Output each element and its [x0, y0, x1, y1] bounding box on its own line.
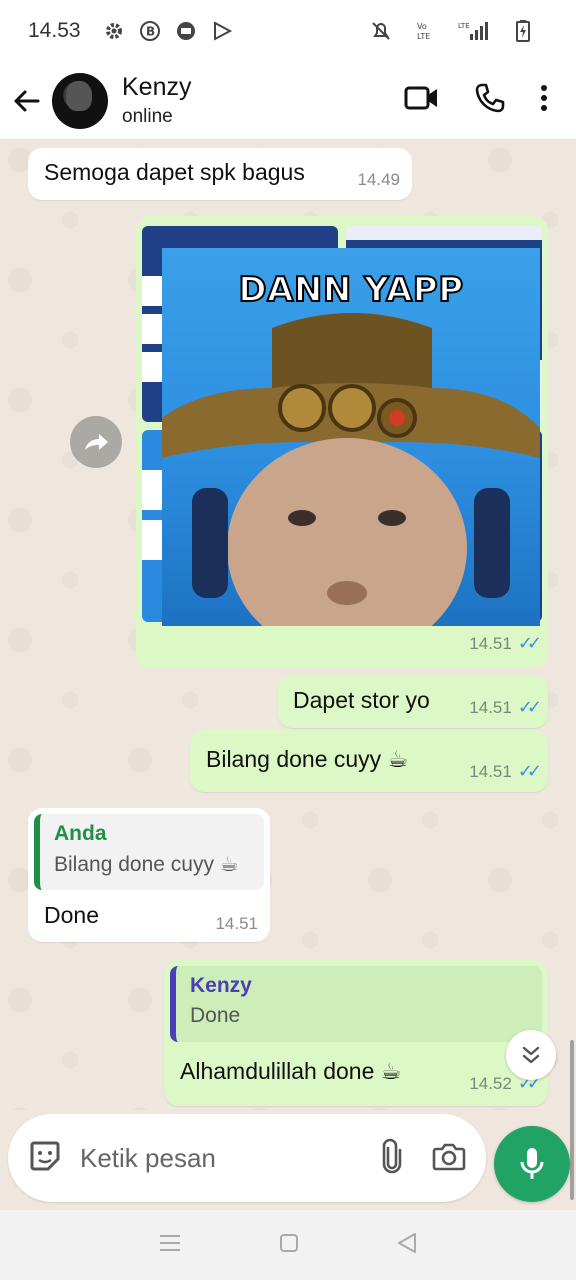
read-ticks-icon: ✓✓ [517, 633, 542, 653]
message-text: Bilang done cuyy ☕ [206, 746, 409, 772]
message-text: Dapet stor yo [293, 687, 430, 713]
battery-icon [512, 20, 534, 42]
message-time: 14.49 [357, 170, 400, 189]
message-text: Done [44, 902, 99, 928]
contact-name: Kenzy [122, 73, 192, 101]
quote-text: Done [190, 1004, 241, 1027]
back-button[interactable] [0, 62, 52, 140]
back-triangle-icon [398, 1232, 416, 1253]
video-call-button[interactable] [404, 84, 440, 117]
menu-icon [160, 1234, 180, 1251]
sticker-icon [30, 1141, 60, 1170]
voice-message-button[interactable] [494, 1126, 570, 1202]
phone-icon [475, 83, 505, 113]
message-time: 14.52 [469, 1073, 512, 1093]
recents-button[interactable] [159, 1234, 181, 1257]
lte-signal-icon: LTE [458, 20, 488, 42]
message-text: Alhamdulillah done ☕ [180, 1058, 402, 1084]
message-incoming-reply[interactable]: Anda Bilang done cuyy ☕ Done 14.51 [28, 808, 270, 942]
scrollbar[interactable] [570, 1040, 574, 1200]
read-ticks-icon: ✓✓ [517, 761, 542, 781]
meme-image[interactable]: DANN YAPP [162, 248, 540, 626]
camera-button[interactable] [432, 1141, 466, 1176]
more-vert-icon [541, 85, 547, 111]
avatar[interactable] [52, 72, 108, 129]
message-incoming[interactable]: Semoga dapet spk bagus 14.49 [28, 148, 412, 200]
message-time: 14.51 [469, 633, 512, 653]
quote-author: Kenzy [190, 974, 252, 997]
forward-icon [85, 434, 108, 450]
settings-icon [103, 20, 125, 42]
camera-icon [432, 1143, 466, 1170]
voice-call-button[interactable] [474, 82, 506, 119]
play-icon [211, 20, 233, 42]
read-ticks-icon: ✓✓ [517, 697, 542, 717]
quote-author: Anda [54, 822, 107, 845]
scroll-to-bottom-button[interactable] [506, 1030, 556, 1080]
b-app-icon: B [139, 20, 161, 42]
contact-status: online [122, 106, 173, 127]
svg-text:B: B [146, 25, 155, 39]
system-nav-bar [0, 1210, 576, 1280]
contact-info[interactable]: Kenzy online [122, 73, 191, 128]
message-outgoing[interactable]: Dapet stor yo 14.51 ✓✓ [278, 676, 548, 728]
message-outgoing-reply[interactable]: Kenzy Done Alhamdulillah done ☕ 14.52 ✓✓ [164, 960, 548, 1106]
quoted-message[interactable]: Anda Bilang done cuyy ☕ [34, 814, 264, 890]
system-back-button[interactable] [397, 1232, 417, 1259]
message-icon [175, 20, 197, 42]
home-button[interactable] [279, 1233, 299, 1258]
chat-header: Kenzy online [0, 62, 576, 140]
forward-button[interactable] [70, 416, 122, 468]
message-time: 14.51 [469, 761, 512, 781]
message-composer[interactable]: Ketik pesan [8, 1114, 486, 1202]
message-time: 14.51 [469, 697, 512, 717]
attach-icon [382, 1138, 402, 1173]
cowboy-hat-graphic [162, 313, 540, 626]
status-time: 14.53 [28, 19, 81, 42]
status-bar: 14.53 B Vo LTE LTE [0, 0, 576, 62]
home-square-icon [280, 1233, 298, 1252]
message-time: 14.51 [215, 914, 258, 933]
volte-icon: Vo LTE [416, 20, 434, 42]
double-chevron-down-icon [522, 1046, 540, 1064]
svg-text:LTE: LTE [458, 22, 470, 30]
chat-area[interactable]: Semoga dapet spk bagus 14.49 DANN YAPP 1… [0, 140, 576, 1200]
quote-text: Bilang done cuyy ☕ [54, 853, 239, 876]
svg-text:Vo: Vo [417, 22, 427, 31]
sticker-button[interactable] [28, 1139, 62, 1178]
back-arrow-icon [14, 90, 40, 111]
quoted-message[interactable]: Kenzy Done [170, 966, 542, 1042]
more-options-button[interactable] [540, 84, 548, 117]
attach-button[interactable] [380, 1138, 404, 1179]
mute-icon [370, 20, 392, 42]
message-outgoing[interactable]: Bilang done cuyy ☕ 14.51 ✓✓ [190, 730, 548, 792]
message-image-outgoing[interactable]: DANN YAPP 14.51 ✓✓ [136, 216, 548, 668]
message-text: Semoga dapet spk bagus [44, 159, 305, 185]
video-call-icon [404, 86, 437, 110]
mic-icon [520, 1148, 544, 1179]
svg-text:LTE: LTE [417, 32, 430, 41]
message-input[interactable]: Ketik pesan [80, 1143, 380, 1174]
